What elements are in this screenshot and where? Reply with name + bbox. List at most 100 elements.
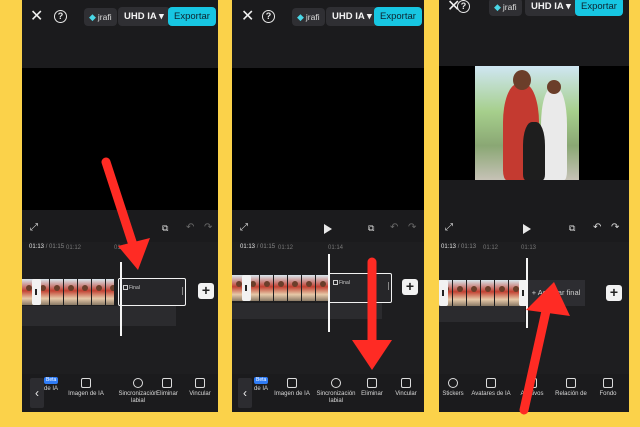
keyframe-icon[interactable]: ⧉	[162, 222, 168, 234]
undo-icon[interactable]: ↶	[593, 222, 601, 234]
playback-controls: ⤢ ⧉ ↶ ↷	[22, 222, 218, 236]
beta-badge: Beta	[44, 377, 59, 384]
redo-icon[interactable]: ↷	[408, 222, 416, 234]
editor-panel-3: ✕ ? ◆ jrafi UHD IA ▾ Exportar ⤢ ⧉ ↶ ↷ 01:…	[439, 0, 629, 412]
tool-files[interactable]: Archivos	[515, 378, 549, 398]
timecode: 01:13 / 01:15	[29, 244, 65, 250]
audio-track	[22, 306, 176, 326]
keyframe-icon[interactable]: ⧉	[368, 222, 374, 234]
tool-ai-image[interactable]: Imagen de IA	[66, 378, 106, 398]
fullscreen-icon[interactable]: ⤢	[240, 222, 248, 234]
play-icon[interactable]	[324, 224, 332, 234]
bottom-toolbar: ‹ Beta de IA Imagen de IA Sincronización…	[22, 374, 218, 412]
help-icon[interactable]: ?	[457, 0, 470, 13]
editor-panel-1: ✕ ? ◆ jrafi UHD IA ▾ Exportar ⤢ ⧉ ↶ ↷ 01:…	[22, 0, 218, 412]
timecode: 01:13 / 01:15	[240, 244, 276, 250]
audio-track	[232, 303, 382, 319]
tick-label: 01:12	[66, 245, 82, 251]
tool-ai-image[interactable]: Imagen de IA	[272, 378, 312, 398]
audio-track	[439, 306, 525, 322]
video-preview	[232, 68, 424, 210]
link-icon	[401, 378, 411, 388]
fullscreen-icon[interactable]: ⤢	[445, 222, 453, 234]
clip-left-handle[interactable]	[439, 280, 448, 306]
tool-link[interactable]: Vincular	[390, 378, 422, 398]
quality-dropdown[interactable]: UHD IA ▾	[118, 7, 170, 26]
tool-delete[interactable]: Eliminar	[152, 378, 182, 398]
image-icon	[81, 378, 91, 388]
pro-badge[interactable]: ◆ jrafi	[84, 8, 117, 26]
export-button[interactable]: Exportar	[575, 0, 623, 16]
background-icon	[603, 378, 613, 388]
close-icon[interactable]: ✕	[30, 9, 43, 25]
tool-delete[interactable]: Eliminar	[356, 378, 388, 398]
diamond-icon: ◆	[89, 12, 96, 22]
tick-label: 01:12	[278, 245, 294, 251]
final-clip[interactable]: Final	[118, 278, 186, 306]
editor-panel-2: ✕ ? ◆ jrafi UHD IA ▾ Exportar ⤢ ⧉ ↶ ↷ 01:…	[232, 0, 424, 412]
back-button[interactable]: ‹	[30, 378, 44, 408]
keyframe-icon[interactable]: ⧉	[569, 222, 575, 234]
top-toolbar: ✕ ? ◆ jrafi UHD IA ▾ Exportar	[232, 0, 424, 36]
pro-badge[interactable]: ◆ jrafi	[489, 0, 522, 16]
playhead[interactable]	[328, 254, 330, 332]
tool-lip-sync[interactable]: Sincronización labial	[312, 378, 360, 405]
diamond-icon: ◆	[494, 2, 501, 12]
trash-icon	[162, 378, 172, 388]
tool-ai-avatars[interactable]: Avatares de IA	[469, 378, 513, 398]
back-button[interactable]: ‹	[238, 378, 252, 408]
timecode: 01:13 / 01:13	[441, 244, 477, 250]
beta-badge: Beta	[254, 377, 269, 384]
aspect-ratio-icon	[566, 378, 576, 388]
tool-background[interactable]: Fondo	[593, 378, 623, 398]
preview-photo	[475, 66, 579, 180]
clip-left-handle[interactable]	[32, 279, 41, 305]
help-icon[interactable]: ?	[262, 10, 275, 23]
playhead[interactable]	[120, 262, 122, 336]
clip-left-handle[interactable]	[242, 275, 251, 301]
add-clip-button[interactable]: +	[402, 279, 418, 295]
lips-icon	[133, 378, 143, 388]
redo-icon[interactable]: ↷	[204, 222, 212, 234]
bottom-toolbar: Stickers Avatares de IA Archivos Relació…	[439, 374, 629, 412]
tool-aspect-ratio[interactable]: Relación de	[551, 378, 591, 398]
quality-dropdown[interactable]: UHD IA ▾	[326, 7, 378, 26]
play-icon[interactable]	[523, 224, 531, 234]
link-icon	[195, 378, 205, 388]
playback-controls: ⤢ ⧉ ↶ ↷	[439, 222, 629, 236]
playback-controls: ⤢ ⧉ ↶ ↷	[232, 222, 424, 236]
redo-icon[interactable]: ↷	[611, 222, 619, 234]
add-ending-button[interactable]: + Agregar final	[527, 280, 585, 306]
add-clip-button[interactable]: +	[198, 283, 214, 299]
undo-icon[interactable]: ↶	[390, 222, 398, 234]
close-icon[interactable]: ✕	[241, 9, 254, 25]
video-clip-strip[interactable]	[439, 280, 525, 306]
undo-icon[interactable]: ↶	[186, 222, 194, 234]
diamond-icon: ◆	[297, 12, 304, 22]
add-clip-button[interactable]: +	[606, 285, 622, 301]
tool-stickers[interactable]: Stickers	[439, 378, 467, 398]
tick-label: 01:14	[328, 245, 344, 251]
help-icon[interactable]: ?	[54, 10, 67, 23]
tick-label: 01:13	[114, 245, 130, 251]
image-icon	[287, 378, 297, 388]
avatar-icon	[486, 378, 496, 388]
top-toolbar: ✕ ? ◆ jrafi UHD IA ▾ Exportar	[439, 0, 629, 26]
pro-badge[interactable]: ◆ jrafi	[292, 8, 325, 26]
tool-link[interactable]: Vincular	[184, 378, 216, 398]
playhead[interactable]	[526, 258, 528, 328]
export-button[interactable]: Exportar	[374, 7, 422, 26]
final-clip[interactable]: Final	[328, 273, 392, 303]
video-preview	[22, 68, 218, 210]
top-toolbar: ✕ ? ◆ jrafi UHD IA ▾ Exportar	[22, 0, 218, 36]
sticker-icon	[448, 378, 458, 388]
fullscreen-icon[interactable]: ⤢	[30, 222, 38, 234]
bottom-toolbar: ‹ Beta de IA Imagen de IA Sincronización…	[232, 374, 424, 412]
clip-icon	[123, 285, 128, 290]
tool-ai[interactable]: de IA	[36, 386, 66, 393]
quality-dropdown[interactable]: UHD IA ▾	[525, 0, 577, 16]
tick-label: 01:13	[521, 245, 537, 251]
files-icon	[527, 378, 537, 388]
trash-icon	[367, 378, 377, 388]
export-button[interactable]: Exportar	[168, 7, 216, 26]
